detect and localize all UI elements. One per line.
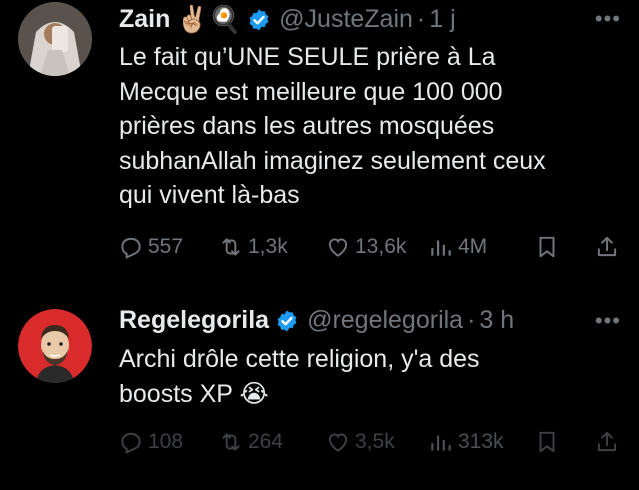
tweet-text: Archi drôle cette religion, y'a des boos… xyxy=(119,345,480,408)
retweet-button[interactable]: 1,3k xyxy=(218,234,288,260)
author-handle[interactable]: @JusteZain xyxy=(279,5,413,34)
views-button[interactable]: 313k xyxy=(428,429,504,455)
views-count: 4M xyxy=(458,235,488,258)
verified-badge-icon xyxy=(249,9,269,30)
more-options-icon[interactable]: ••• xyxy=(595,6,621,32)
author-handle[interactable]: @regelegorila xyxy=(307,306,463,335)
retweet-button[interactable]: 264 xyxy=(218,429,283,455)
avatar-regelegorila[interactable] xyxy=(18,309,92,383)
tweet-1-header: Zain ✌🏼🍳 @JusteZain · 1 j xyxy=(119,4,456,35)
author-name[interactable]: Regelegorila xyxy=(119,306,269,335)
author-name[interactable]: Zain xyxy=(119,5,170,34)
share-button[interactable] xyxy=(594,429,624,455)
separator-dot: · xyxy=(467,306,476,334)
retweet-count: 264 xyxy=(248,430,284,453)
tweet-text: Le fait qu’UNE SEULE prière à La Mecque … xyxy=(119,43,546,209)
bookmark-icon xyxy=(539,236,555,258)
like-button[interactable]: 3,5k xyxy=(325,429,395,455)
share-icon xyxy=(597,431,617,452)
share-icon xyxy=(597,236,617,257)
tweet-time[interactable]: 3 h xyxy=(479,306,514,335)
name-emojis: ✌🏼🍳 xyxy=(176,4,242,34)
avatar-zain[interactable] xyxy=(18,2,92,76)
more-options-icon[interactable]: ••• xyxy=(595,308,621,334)
reply-count: 557 xyxy=(148,235,184,258)
tweet-2[interactable]: Regelegorila @regelegorila · 3 h ••• Arc… xyxy=(0,290,639,490)
retweet-icon xyxy=(222,238,240,256)
retweet-count: 1,3k xyxy=(248,235,288,258)
like-count: 13,6k xyxy=(355,235,407,258)
bookmark-button[interactable] xyxy=(534,429,564,455)
tweet-time[interactable]: 1 j xyxy=(429,5,455,34)
separator-dot: · xyxy=(416,5,426,33)
views-button[interactable]: 4M xyxy=(428,234,487,260)
like-button[interactable]: 13,6k xyxy=(325,234,406,260)
reply-icon xyxy=(121,237,141,259)
reply-button[interactable]: 108 xyxy=(118,429,183,455)
bookmark-button[interactable] xyxy=(534,234,564,260)
share-button[interactable] xyxy=(594,234,624,260)
heart-icon xyxy=(328,433,348,452)
tweet-1[interactable]: Zain ✌🏼🍳 @JusteZain · 1 j ••• Le fait qu… xyxy=(0,0,639,280)
reply-count: 108 xyxy=(148,430,184,453)
reply-icon xyxy=(121,432,141,454)
views-icon xyxy=(431,435,451,451)
views-icon xyxy=(431,240,451,256)
heart-icon xyxy=(328,238,348,257)
verified-badge-icon xyxy=(277,310,297,331)
bookmark-icon xyxy=(539,431,555,453)
reply-button[interactable]: 557 xyxy=(118,234,183,260)
retweet-icon xyxy=(222,433,240,451)
tweet-2-header: Regelegorila @regelegorila · 3 h xyxy=(119,306,514,335)
views-count: 313k xyxy=(458,430,504,453)
like-count: 3,5k xyxy=(355,430,395,453)
